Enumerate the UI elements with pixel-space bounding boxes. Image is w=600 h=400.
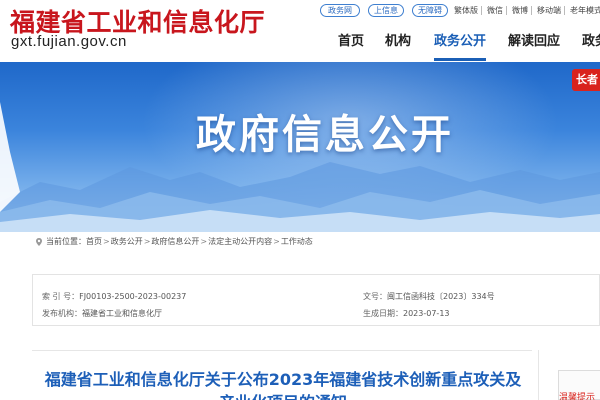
- site-header: 福建省工业和信息化厅 gxt.fujian.gov.cn 政务网 上信息 无障碍…: [0, 0, 600, 62]
- separator: [531, 6, 532, 15]
- main-nav: 首页 机构 政务公开 解读回应 政务: [0, 33, 600, 51]
- breadcrumb-gov-affairs[interactable]: 政务公开: [111, 237, 143, 246]
- nav-item-gov-services[interactable]: 政务: [582, 33, 600, 51]
- date-row: 生成日期：2023-07-13: [363, 308, 450, 319]
- sidebar-divider: [538, 350, 539, 400]
- date-label: 生成日期：: [363, 309, 403, 318]
- nav-item-home[interactable]: 首页: [338, 33, 364, 51]
- doc-number-label: 文号：: [363, 292, 387, 301]
- weibo-link[interactable]: 微博: [512, 5, 528, 16]
- date-value: 2023-07-13: [403, 309, 450, 318]
- elderly-mode-link[interactable]: 老年模式: [570, 5, 600, 16]
- doc-number-row: 文号：闽工信函科技〔2023〕334号: [363, 291, 495, 302]
- wechat-link[interactable]: 微信: [487, 5, 503, 16]
- publisher-label: 发布机构：: [42, 309, 82, 318]
- separator: [564, 6, 565, 15]
- breadcrumb-label: 当前位置：: [46, 237, 86, 246]
- breadcrumb-separator: >: [200, 237, 208, 246]
- nav-item-interpretation[interactable]: 解读回应: [508, 33, 560, 51]
- nav-item-organization[interactable]: 机构: [385, 33, 411, 51]
- nav-active-indicator: [434, 58, 486, 61]
- index-number-row: 索 引 号：FJ00103-2500-2023-00237: [42, 291, 186, 302]
- breadcrumb-work-news[interactable]: 工作动态: [281, 237, 313, 246]
- breadcrumb-statutory-content[interactable]: 法定主动公开内容: [208, 237, 272, 246]
- location-icon: [36, 237, 42, 246]
- elderly-mode-tag[interactable]: 长者: [572, 69, 600, 91]
- document-metadata-box: 索 引 号：FJ00103-2500-2023-00237 文号：闽工信函科技〔…: [32, 274, 600, 326]
- breadcrumb-separator: >: [143, 237, 151, 246]
- accessibility-link[interactable]: 无障碍: [412, 4, 448, 17]
- nav-item-gov-affairs[interactable]: 政务公开: [434, 33, 486, 51]
- gov-network-link[interactable]: 政务网: [320, 4, 360, 17]
- publisher-row: 发布机构：福建省工业和信息化厅: [42, 308, 162, 319]
- breadcrumb: 当前位置：首页>政务公开>政府信息公开>法定主动公开内容>工作动态: [34, 232, 600, 252]
- doc-number-value: 闽工信函科技〔2023〕334号: [387, 292, 495, 301]
- separator: [481, 6, 482, 15]
- hero-banner: 政府信息公开 长者: [0, 62, 600, 232]
- separator: [506, 6, 507, 15]
- info-link[interactable]: 上信息: [368, 4, 404, 17]
- index-number-value: FJ00103-2500-2023-00237: [79, 292, 187, 301]
- breadcrumb-info-disclosure[interactable]: 政府信息公开: [151, 237, 199, 246]
- breadcrumb-separator: >: [103, 237, 110, 246]
- breadcrumb-separator: >: [273, 237, 280, 246]
- article-title: 福建省工业和信息化厅关于公布2023年福建省技术创新重点攻关及产业化项目的通知: [44, 370, 522, 400]
- index-number-label: 索 引 号：: [42, 292, 80, 301]
- mobile-link[interactable]: 移动端: [537, 5, 561, 16]
- traditional-chinese-link[interactable]: 繁体版: [454, 5, 478, 16]
- banner-title: 政府信息公开: [196, 112, 454, 158]
- breadcrumb-home[interactable]: 首页: [86, 237, 102, 246]
- side-widget-label[interactable]: 温馨提示: [559, 390, 595, 400]
- publisher-value: 福建省工业和信息化厅: [82, 309, 162, 318]
- content-divider: [32, 350, 532, 351]
